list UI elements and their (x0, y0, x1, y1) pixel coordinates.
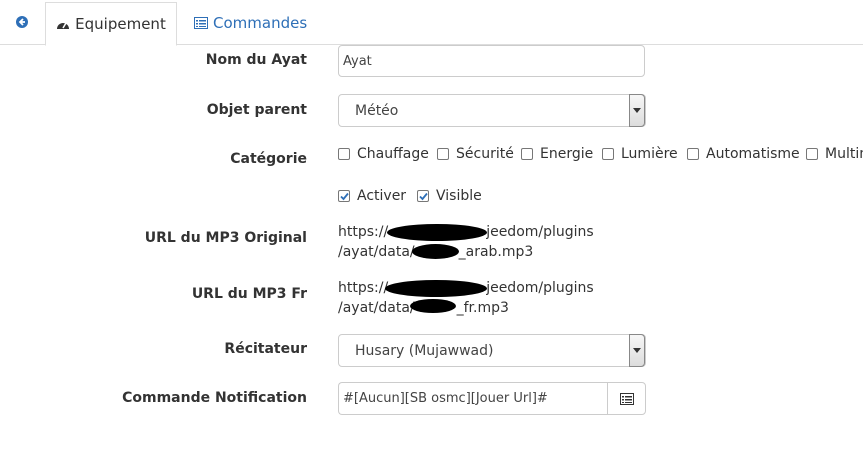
list-alt-icon (619, 392, 634, 405)
tab-commandes[interactable]: Commandes (194, 2, 307, 44)
recitateur-value: Husary (Mujawwad) (355, 342, 494, 359)
objet-parent-label: Objet parent (206, 102, 307, 118)
redaction-mark (385, 280, 487, 297)
url-fr-label: URL du MP3 Fr (191, 286, 307, 302)
category-chauffage[interactable]: Chauffage (338, 146, 429, 162)
checkbox[interactable] (338, 148, 350, 160)
nom-input[interactable]: Ayat (338, 45, 645, 77)
redaction-mark (412, 244, 459, 259)
checkbox[interactable] (521, 148, 533, 160)
checkbox-checked[interactable] (417, 190, 429, 202)
commande-notification-input[interactable]: #[Aucun][SB osmc][Jouer Url]# (338, 382, 608, 415)
checkbox[interactable] (602, 148, 614, 160)
category-energie[interactable]: Energie (521, 146, 593, 162)
back-tab[interactable] (0, 0, 44, 44)
categorie-label: Catégorie (230, 151, 307, 167)
objet-parent-value: Météo (355, 102, 399, 119)
visible-toggle[interactable]: Visible (417, 188, 482, 204)
tab-equipement[interactable]: Equipement (45, 2, 177, 46)
tab-bar: Equipement Commandes (0, 0, 863, 46)
tachometer-icon (57, 22, 70, 29)
checkbox[interactable] (437, 148, 449, 160)
tab-equipement-label: Equipement (75, 15, 166, 33)
commande-notification-group: #[Aucun][SB osmc][Jouer Url]# (338, 382, 646, 415)
activer-toggle[interactable]: Activer (338, 188, 406, 204)
checkbox[interactable] (806, 148, 818, 160)
nom-label: Nom du Ayat (205, 52, 307, 68)
dropdown-arrow-icon (629, 94, 645, 127)
tab-commandes-label: Commandes (213, 14, 308, 32)
commande-notification-label: Commande Notification (122, 390, 307, 406)
checkbox-checked[interactable] (338, 190, 350, 202)
list-alt-button[interactable] (607, 382, 646, 415)
category-multimedia[interactable]: Multim (806, 146, 863, 162)
recitateur-label: Récitateur (224, 341, 307, 357)
checkbox[interactable] (687, 148, 699, 160)
list-alt-icon (194, 17, 208, 29)
redaction-mark (387, 224, 487, 241)
category-lumiere[interactable]: Lumière (602, 146, 678, 162)
dropdown-arrow-icon (629, 334, 645, 367)
recitateur-select[interactable]: Husary (Mujawwad) (338, 334, 646, 367)
objet-parent-select[interactable]: Météo (338, 94, 646, 127)
url-original-label: URL du MP3 Original (144, 230, 307, 246)
category-automatisme[interactable]: Automatisme (687, 146, 800, 162)
redaction-mark (410, 299, 456, 313)
arrow-left-circle-icon (16, 16, 28, 28)
category-securite[interactable]: Sécurité (437, 146, 514, 162)
